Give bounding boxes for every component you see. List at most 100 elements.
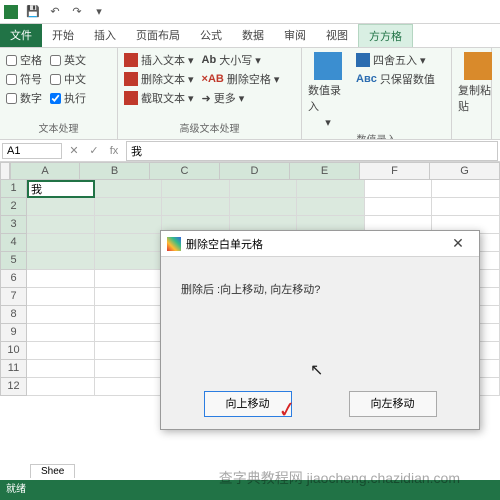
ribbon: 空格英文 符号中文 数字执行 文本处理 插入文本▾Ab大小写▾ 删除文本▾×AB… (0, 48, 500, 140)
cell-C1[interactable] (162, 180, 230, 198)
row-header-8[interactable]: 8 (0, 306, 27, 324)
cell-C2[interactable] (162, 198, 230, 216)
row-header-10[interactable]: 10 (0, 342, 27, 360)
cell-B4[interactable] (95, 234, 163, 252)
cell-B1[interactable] (95, 180, 163, 198)
btn-delete-space[interactable]: ×AB删除空格▾ (202, 71, 280, 87)
cell-G1[interactable] (432, 180, 500, 198)
col-header-A[interactable]: A (10, 162, 80, 180)
select-all-corner[interactable] (0, 162, 10, 180)
cell-B3[interactable] (95, 216, 163, 234)
qat-more-icon[interactable]: ▾ (92, 5, 106, 19)
tab-formula[interactable]: 公式 (190, 24, 232, 47)
cell-B10[interactable] (95, 342, 163, 360)
cell-A7[interactable] (27, 288, 95, 306)
group-adv-text: 插入文本▾ Ab大小写▾ 删除文本▾ ×AB删除空格▾ 截取文本▾ ➜更多▾ 高级文本… (118, 48, 302, 139)
btn-keep-numeric[interactable]: Aʙc只保留数值 (356, 71, 435, 87)
btn-round[interactable]: 四舍五入▾ (356, 52, 435, 68)
btn-move-left[interactable]: 向左移动 (349, 391, 437, 417)
tab-data[interactable]: 数据 (232, 24, 274, 47)
cell-F2[interactable] (365, 198, 433, 216)
status-bar: 就绪 (0, 480, 500, 500)
col-header-E[interactable]: E (290, 162, 360, 180)
row-header-4[interactable]: 4 (0, 234, 27, 252)
tab-file[interactable]: 文件 (0, 24, 42, 47)
cell-D2[interactable] (230, 198, 298, 216)
cell-E2[interactable] (297, 198, 365, 216)
cell-B5[interactable] (95, 252, 163, 270)
cell-A2[interactable] (27, 198, 95, 216)
btn-insert-text[interactable]: 插入文本▾ (124, 52, 194, 68)
row-header-2[interactable]: 2 (0, 198, 27, 216)
dialog-titlebar[interactable]: 删除空白单元格 ✕ (161, 231, 479, 257)
cell-B11[interactable] (95, 360, 163, 378)
tab-insert[interactable]: 插入 (84, 24, 126, 47)
formula-input[interactable]: 我 (126, 141, 498, 161)
row-header-1[interactable]: 1 (0, 180, 27, 198)
cell-A6[interactable] (27, 270, 95, 288)
chk-symbol[interactable]: 符号 (6, 71, 42, 87)
btn-move-up[interactable]: 向上移动✓ (204, 391, 292, 417)
col-header-B[interactable]: B (80, 162, 150, 180)
row-header-3[interactable]: 3 (0, 216, 27, 234)
cell-B12[interactable] (95, 378, 163, 396)
cell-B9[interactable] (95, 324, 163, 342)
row-header-11[interactable]: 11 (0, 360, 27, 378)
tab-fangfang[interactable]: 方方格 (358, 24, 413, 47)
dialog-title: 删除空白单元格 (186, 236, 263, 252)
row-header-12[interactable]: 12 (0, 378, 27, 396)
cell-A10[interactable] (27, 342, 95, 360)
cell-B7[interactable] (95, 288, 163, 306)
btn-case[interactable]: Ab大小写▾ (202, 52, 261, 68)
cell-D1[interactable] (230, 180, 298, 198)
sheet-tab[interactable]: Shee (30, 464, 75, 478)
btn-more[interactable]: ➜更多▾ (202, 90, 245, 106)
row-header-5[interactable]: 5 (0, 252, 27, 270)
chk-number[interactable]: 数字 (6, 90, 42, 106)
fx-icon[interactable]: fx (104, 145, 124, 157)
cell-A1[interactable]: 我 (27, 180, 95, 198)
btn-extract-text[interactable]: 截取文本▾ (124, 90, 194, 106)
cell-E1[interactable] (297, 180, 365, 198)
dialog-message: 删除后 :向上移动, 向左移动? (161, 257, 479, 321)
tab-review[interactable]: 审阅 (274, 24, 316, 47)
tab-view[interactable]: 视图 (316, 24, 358, 47)
cell-B6[interactable] (95, 270, 163, 288)
btn-numeric-input[interactable]: 数值录入▾ (308, 52, 348, 129)
row-header-6[interactable]: 6 (0, 270, 27, 288)
cell-B2[interactable] (95, 198, 163, 216)
col-header-G[interactable]: G (430, 162, 500, 180)
cell-A8[interactable] (27, 306, 95, 324)
fx-confirm[interactable]: ✓ (84, 144, 104, 157)
btn-delete-text[interactable]: 删除文本▾ (124, 71, 194, 87)
cell-A3[interactable] (27, 216, 95, 234)
undo-icon[interactable]: ↶ (48, 5, 62, 19)
chk-chinese[interactable]: 中文 (50, 71, 86, 87)
btn-copy-paste[interactable]: 复制粘贴 (458, 52, 498, 114)
fx-cancel[interactable]: ✕ (64, 144, 84, 157)
col-header-F[interactable]: F (360, 162, 430, 180)
cell-A5[interactable] (27, 252, 95, 270)
name-box[interactable]: A1 (2, 143, 62, 159)
chk-space[interactable]: 空格 (6, 52, 42, 68)
chk-english[interactable]: 英文 (50, 52, 86, 68)
chk-execute[interactable]: 执行 (50, 90, 86, 106)
row-header-9[interactable]: 9 (0, 324, 27, 342)
cell-A4[interactable] (27, 234, 95, 252)
dialog-close-button[interactable]: ✕ (443, 235, 473, 252)
group-label-advtext: 高级文本处理 (124, 120, 295, 135)
tab-layout[interactable]: 页面布局 (126, 24, 190, 47)
cell-A9[interactable] (27, 324, 95, 342)
col-header-C[interactable]: C (150, 162, 220, 180)
cell-G2[interactable] (432, 198, 500, 216)
cell-F1[interactable] (365, 180, 433, 198)
cell-B8[interactable] (95, 306, 163, 324)
delete-blank-cells-dialog: 删除空白单元格 ✕ 删除后 :向上移动, 向左移动? 向上移动✓ 向左移动 (160, 230, 480, 430)
cell-A11[interactable] (27, 360, 95, 378)
col-header-D[interactable]: D (220, 162, 290, 180)
row-header-7[interactable]: 7 (0, 288, 27, 306)
save-icon[interactable]: 💾 (26, 5, 40, 19)
cell-A12[interactable] (27, 378, 95, 396)
redo-icon[interactable]: ↷ (70, 5, 84, 19)
tab-home[interactable]: 开始 (42, 24, 84, 47)
